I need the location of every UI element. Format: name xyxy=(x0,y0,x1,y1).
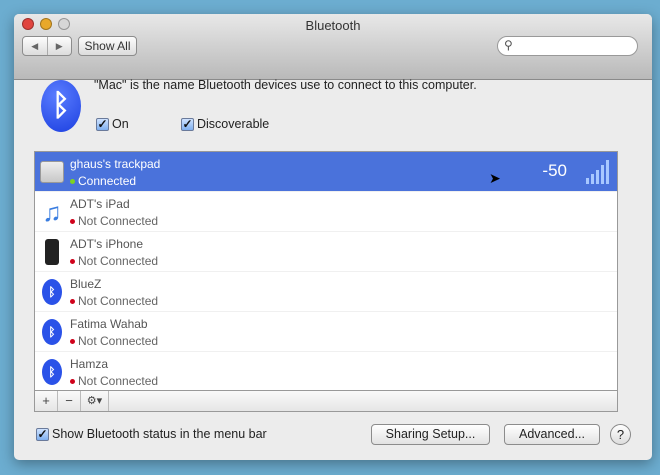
checkmark-icon: ✓ xyxy=(96,116,109,131)
add-device-button[interactable]: + xyxy=(35,391,58,411)
bluetooth-icon: ᛒ xyxy=(39,319,65,345)
trackpad-icon xyxy=(39,159,65,185)
connected-status-dot xyxy=(70,179,75,185)
bluetooth-preferences-window: Bluetooth ◀ ▶ Show All ⚲ ᛒ "Mac" is the … xyxy=(14,14,652,460)
music-note-icon: ♫ xyxy=(42,196,62,227)
checkmark-icon: ✓ xyxy=(181,116,194,131)
device-status: Not Connected xyxy=(78,254,159,268)
signal-bars-icon xyxy=(586,160,609,184)
computer-name-description: "Mac" is the name Bluetooth devices use … xyxy=(94,78,477,92)
remove-device-button[interactable]: − xyxy=(58,391,81,411)
device-name: BlueZ xyxy=(70,277,102,291)
device-status: Connected xyxy=(78,174,137,188)
device-row[interactable]: ᛒ BlueZ Not Connected xyxy=(35,272,617,312)
show-all-button[interactable]: Show All xyxy=(78,36,137,56)
signal-strength-value: -50 xyxy=(542,161,567,180)
device-status: Not Connected xyxy=(78,334,159,348)
forward-button[interactable]: ▶ xyxy=(48,37,72,55)
bluetooth-logo-icon: ᛒ xyxy=(41,80,81,132)
device-status: Not Connected xyxy=(78,294,159,308)
gear-menu-button[interactable]: ⚙▾ xyxy=(81,391,109,411)
not-connected-status-dot xyxy=(70,299,75,305)
on-checkbox[interactable]: ✓ On xyxy=(96,117,129,131)
show-status-label: Show Bluetooth status in the menu bar xyxy=(52,427,267,441)
device-name: ghaus's trackpad xyxy=(70,157,161,171)
title-toolbar: Bluetooth ◀ ▶ Show All ⚲ xyxy=(14,14,652,80)
device-name: ADT's iPhone xyxy=(70,237,143,251)
discoverable-checkbox[interactable]: ✓ Discoverable xyxy=(181,117,269,131)
advanced-button[interactable]: Advanced... xyxy=(504,424,600,445)
sharing-setup-button[interactable]: Sharing Setup... xyxy=(371,424,490,445)
iphone-icon xyxy=(39,239,65,265)
back-button[interactable]: ◀ xyxy=(23,37,48,55)
device-row[interactable]: ᛒ Fatima Wahab Not Connected xyxy=(35,312,617,352)
window-title: Bluetooth xyxy=(305,18,361,33)
discoverable-label: Discoverable xyxy=(197,117,270,131)
device-name: ADT's iPad xyxy=(70,197,130,211)
checkmark-icon: ✓ xyxy=(36,426,49,441)
show-status-checkbox[interactable]: ✓ Show Bluetooth status in the menu bar xyxy=(36,427,267,441)
bluetooth-icon: ᛒ xyxy=(39,359,65,385)
not-connected-status-dot xyxy=(70,219,75,225)
device-status: Not Connected xyxy=(78,214,159,228)
not-connected-status-dot xyxy=(70,379,75,385)
not-connected-status-dot xyxy=(70,339,75,345)
on-label: On xyxy=(112,117,129,131)
device-row[interactable]: ADT's iPhone Not Connected xyxy=(35,232,617,272)
not-connected-status-dot xyxy=(70,259,75,265)
back-forward-control[interactable]: ◀ ▶ xyxy=(22,36,72,56)
search-input[interactable]: ⚲ xyxy=(497,36,638,56)
device-name: Fatima Wahab xyxy=(70,317,148,331)
device-list[interactable]: ghaus's trackpad Connected ➤ -50 ♫ ADT's… xyxy=(34,151,618,391)
device-row[interactable]: ᛒ Hamza Not Connected xyxy=(35,352,617,390)
device-status: Not Connected xyxy=(78,374,159,388)
device-row[interactable]: ♫ ADT's iPad Not Connected xyxy=(35,192,617,232)
bluetooth-icon: ᛒ xyxy=(39,279,65,305)
device-row[interactable]: ghaus's trackpad Connected ➤ -50 xyxy=(35,152,617,192)
device-name: Hamza xyxy=(70,357,109,371)
mouse-cursor-icon: ➤ xyxy=(489,170,501,186)
help-button[interactable]: ? xyxy=(610,424,631,445)
search-icon: ⚲ xyxy=(504,38,513,52)
list-toolbar: + − ⚙▾ xyxy=(34,391,618,412)
